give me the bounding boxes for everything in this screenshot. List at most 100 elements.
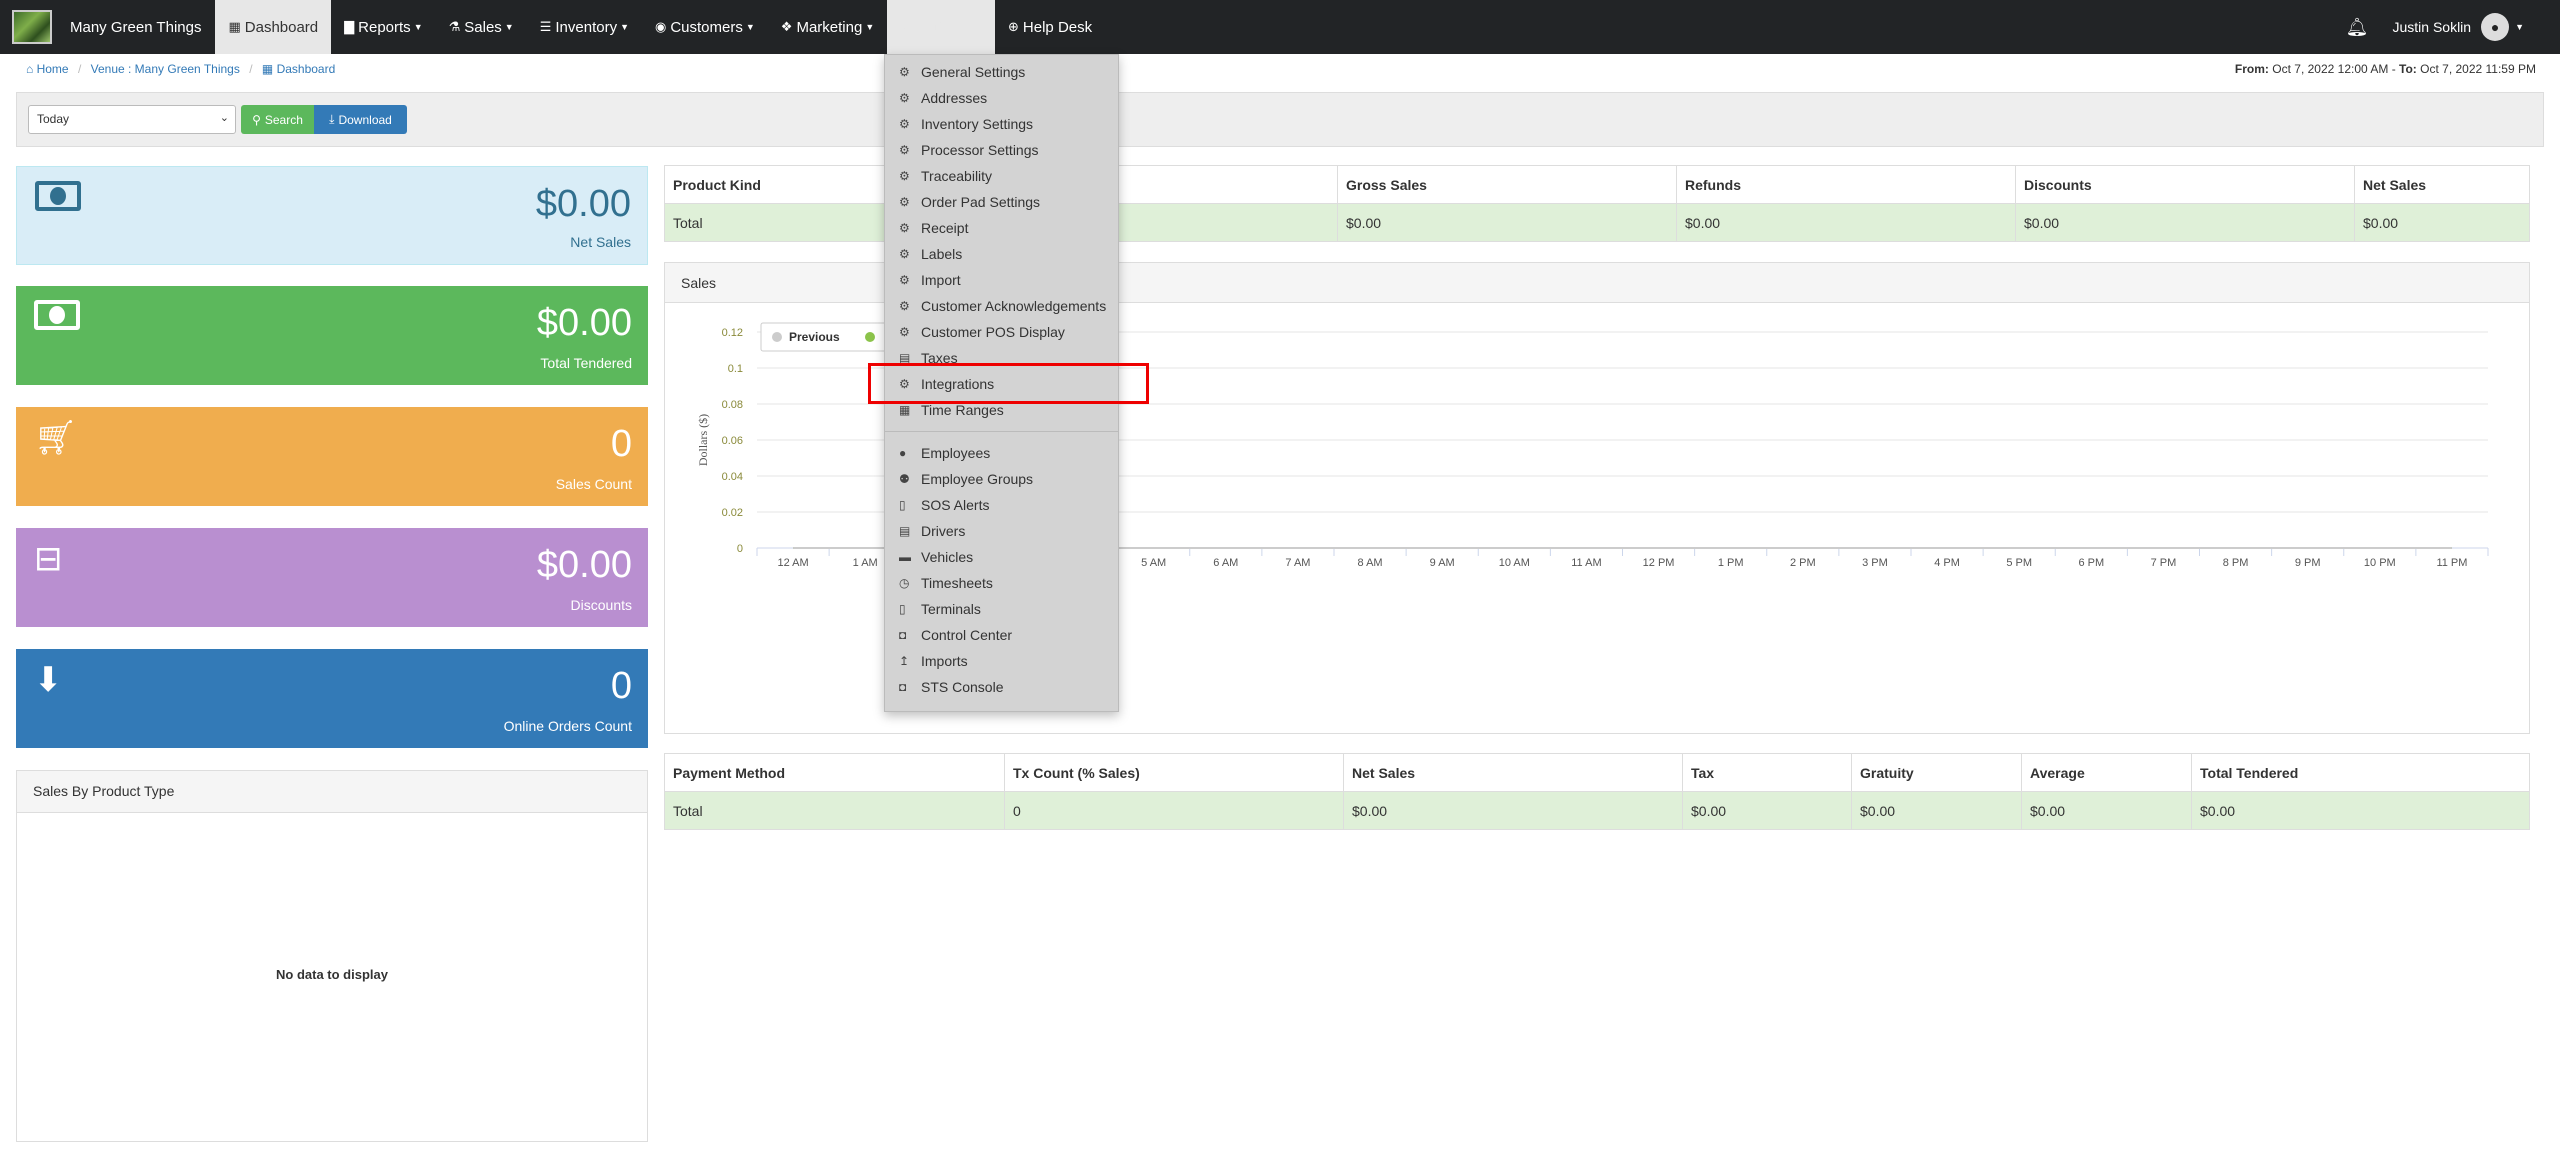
column-header[interactable]: Total Tendered [2191, 753, 2530, 792]
menu-item-vehicles[interactable]: ▬ Vehicles [899, 546, 973, 568]
menu-item-import[interactable]: ⚙ Import [899, 269, 961, 291]
x-tick-label: 7 PM [2151, 557, 2177, 569]
breadcrumb-venue[interactable]: Venue : Many Green Things [91, 62, 240, 76]
column-header[interactable]: Average [2021, 753, 2192, 792]
legend-label: Previous [789, 330, 840, 344]
nav-label: Customers [670, 18, 743, 36]
breadcrumb-home[interactable]: Home [37, 62, 69, 76]
menu-item-traceability[interactable]: ⚙ Traceability [899, 165, 992, 187]
from-value: Oct 7, 2022 12:00 AM [2272, 62, 2389, 76]
binoculars-icon: ◘ [899, 680, 907, 694]
top-navbar: Many Green Things ▦ Dashboard ▇ Reports ▼… [0, 0, 2560, 54]
stat-value: $0.00 [536, 302, 632, 344]
nav-marketing[interactable]: ❖ Marketing ▼ [768, 0, 887, 54]
calendar-icon: ▦ [899, 403, 911, 417]
nav-label: Inventory [555, 18, 618, 36]
menu-item-customer-acknowledgements[interactable]: ⚙ Customer Acknowledgements [899, 295, 1106, 317]
x-tick-label: 9 PM [2295, 557, 2321, 569]
x-tick-label: 1 PM [1718, 557, 1744, 569]
period-select[interactable]: Today ⌄ [28, 105, 236, 134]
menu-item-label: STS Console [921, 679, 1004, 695]
cart-icon: ⚗ [448, 19, 461, 34]
payment-method-table: Payment Method Tx Count (% Sales) Net Sa… [664, 753, 2530, 830]
legend-marker [865, 332, 875, 342]
user-menu[interactable]: Justin Soklin ● ▼ [2392, 13, 2524, 41]
menu-item-label: Time Ranges [921, 402, 1004, 418]
column-header[interactable]: Gross Sales [1337, 165, 1677, 204]
y-tick-label: 0.02 [722, 507, 743, 519]
brand-logo[interactable] [12, 10, 52, 44]
x-tick-label: 12 AM [777, 557, 808, 569]
to-value: Oct 7, 2022 11:59 PM [2420, 62, 2536, 76]
column-header[interactable]: Payment Method [664, 753, 1005, 792]
caret-down-icon: ▼ [2515, 22, 2524, 32]
menu-item-receipt[interactable]: ⚙ Receipt [899, 217, 968, 239]
tablet-icon: ▯ [899, 602, 906, 616]
menu-item-sos-alerts[interactable]: ▯ SOS Alerts [899, 494, 989, 516]
column-header[interactable]: Tx Count (% Sales) [1004, 753, 1344, 792]
column-header[interactable]: Net Sales [2354, 165, 2530, 204]
nav-sales[interactable]: ⚗ Sales ▼ [436, 0, 527, 54]
menu-item-general-settings[interactable]: ⚙ General Settings [899, 61, 1025, 83]
x-tick-label: 10 PM [2364, 557, 2396, 569]
menu-item-employee-groups[interactable]: ⚉ Employee Groups [899, 468, 1033, 490]
column-header[interactable]: Gratuity [1851, 753, 2022, 792]
menu-item-order-pad-settings[interactable]: ⚙ Order Pad Settings [899, 191, 1040, 213]
menu-item-drivers[interactable]: ▤ Drivers [899, 520, 965, 542]
filter-bar: Today ⌄ ⚲ Search ⤓ Download [16, 92, 2544, 147]
column-header[interactable]: Refunds [1676, 165, 2016, 204]
search-button[interactable]: ⚲ Search [241, 105, 314, 134]
menu-item-label: Customer POS Display [921, 324, 1065, 340]
menu-item-terminals[interactable]: ▯ Terminals [899, 598, 981, 620]
menu-item-label: Timesheets [921, 575, 993, 591]
column-header[interactable]: Net Sales [1343, 753, 1683, 792]
menu-item-label: Addresses [921, 90, 988, 106]
x-tick-label: 8 AM [1358, 557, 1383, 569]
nav-settings[interactable]: ⚙ Settings ▼ [887, 0, 996, 54]
dashboard-icon: ▦ [228, 19, 241, 34]
stat-value: 0 [610, 423, 632, 465]
menu-item-processor-settings[interactable]: ⚙ Processor Settings [899, 139, 1039, 161]
column-header[interactable]: Discounts [2015, 165, 2355, 204]
period-value: Today [37, 112, 70, 126]
gears-icon: ⚙ [900, 19, 912, 34]
nav-inventory[interactable]: ☰ Inventory ▼ [527, 0, 642, 54]
download-button[interactable]: ⤓ Download [314, 105, 407, 134]
brand-name[interactable]: Many Green Things [70, 19, 201, 36]
menu-item-label: Customer Acknowledgements [921, 298, 1107, 314]
menu-item-sts-console[interactable]: ◘ STS Console [899, 676, 1003, 698]
stat-online-orders: ⬇ 0 Online Orders Count [16, 649, 648, 748]
menu-item-addresses[interactable]: ⚙ Addresses [899, 87, 987, 109]
menu-item-label: Receipt [921, 220, 969, 236]
menu-item-control-center[interactable]: ◘ Control Center [899, 624, 1012, 646]
menu-item-label: Processor Settings [921, 142, 1039, 158]
x-tick-label: 3 PM [1862, 557, 1888, 569]
bell-icon[interactable]: 🔔︎ [2346, 17, 2369, 38]
nav-dashboard[interactable]: ▦ Dashboard [215, 0, 332, 54]
stat-value: 0 [610, 665, 632, 707]
caret-down-icon: ▼ [620, 22, 629, 32]
breadcrumb-dashboard[interactable]: Dashboard [277, 62, 336, 76]
stat-label: Online Orders Count [503, 718, 632, 734]
plus-circle-icon: ⊕ [1008, 19, 1019, 34]
date-range: From: Oct 7, 2022 12:00 AM - To: Oct 7, … [2235, 62, 2536, 76]
caret-down-icon: ▼ [413, 22, 423, 32]
nav-help-desk[interactable]: ⊕ Help Desk [995, 0, 1105, 54]
breadcrumb: ⌂ Home / Venue : Many Green Things / ▦ D… [26, 62, 335, 76]
nav-reports[interactable]: ▇ Reports ▼ [331, 0, 435, 54]
menu-item-timesheets[interactable]: ◷ Timesheets [899, 572, 993, 594]
arrow-down-circle-icon: ⬇ [34, 661, 63, 699]
nav-customers[interactable]: ◉ Customers ▼ [642, 0, 768, 54]
column-header[interactable]: Tax [1682, 753, 1852, 792]
y-tick-label: 0.12 [722, 327, 743, 339]
x-tick-label: 7 AM [1285, 557, 1310, 569]
menu-item-customer-pos-display[interactable]: ⚙ Customer POS Display [899, 321, 1065, 343]
menu-item-employees[interactable]: ● Employees [899, 442, 990, 464]
menu-item-label: Vehicles [921, 549, 974, 565]
breadcrumb-separator: / [77, 62, 82, 76]
menu-item-imports[interactable]: ↥ Imports [899, 650, 968, 672]
stat-net-sales: $0.00 Net Sales [16, 166, 648, 265]
sales-by-product-type-panel: Sales By Product Type No data to display [16, 770, 648, 1142]
menu-item-inventory-settings[interactable]: ⚙ Inventory Settings [899, 113, 1033, 135]
menu-item-labels[interactable]: ⚙ Labels [899, 243, 962, 265]
